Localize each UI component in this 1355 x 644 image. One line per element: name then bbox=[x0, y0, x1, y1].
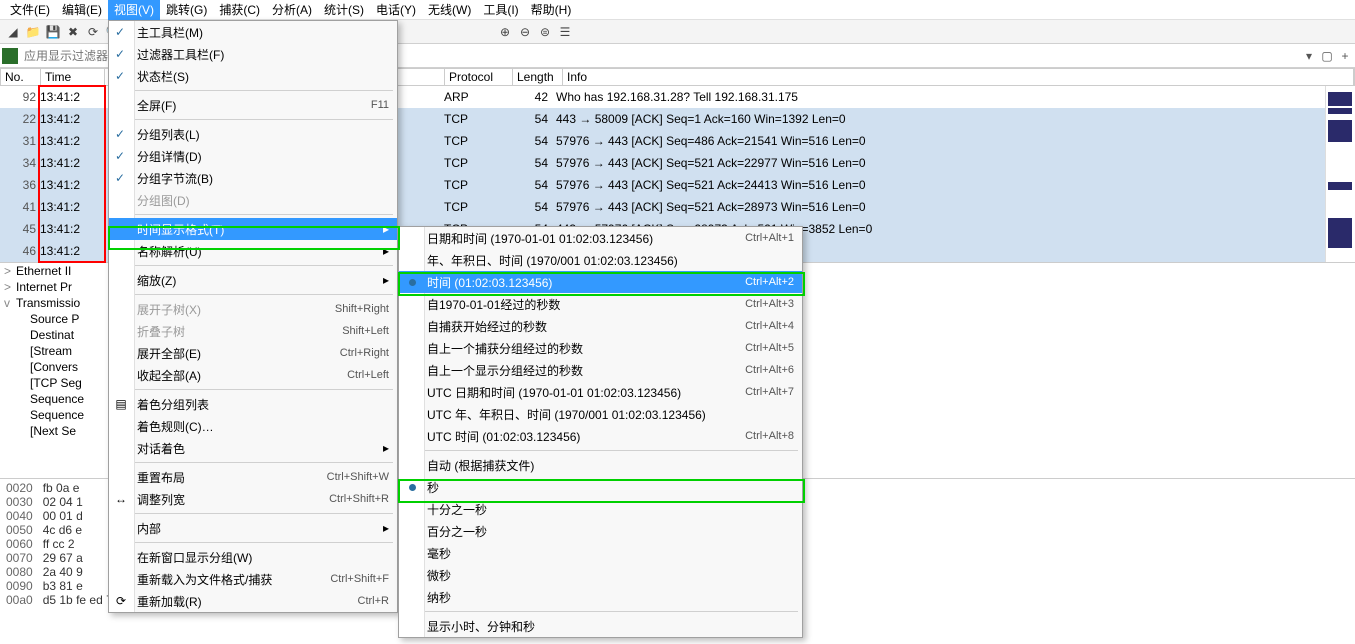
menu-0[interactable]: 文件(E) bbox=[4, 0, 56, 20]
view-menu-item[interactable]: ▤着色分组列表 bbox=[109, 393, 397, 415]
time-menu-item[interactable]: UTC 日期和时间 (1970-01-01 01:02:03.123456)Ct… bbox=[399, 381, 802, 403]
view-menu-item[interactable]: 名称解析(U)▸ bbox=[109, 240, 397, 262]
columns-icon[interactable]: ☰ bbox=[556, 23, 574, 41]
menu-7[interactable]: 电话(Y) bbox=[370, 0, 422, 20]
view-menu-item[interactable]: 在新窗口显示分组(W) bbox=[109, 546, 397, 568]
time-menu-item[interactable]: 日期和时间 (1970-01-01 01:02:03.123456)Ctrl+A… bbox=[399, 227, 802, 249]
time-menu-item[interactable]: 纳秒 bbox=[399, 586, 802, 608]
view-menu-item[interactable]: 着色规则(C)… bbox=[109, 415, 397, 437]
view-menu-item[interactable]: 全屏(F)F11 bbox=[109, 94, 397, 116]
time-menu-item[interactable]: 秒 bbox=[399, 476, 802, 498]
time-menu-item[interactable]: 自捕获开始经过的秒数Ctrl+Alt+4 bbox=[399, 315, 802, 337]
zoom-100-icon[interactable]: ⊜ bbox=[536, 23, 554, 41]
dropdown-icon[interactable]: ▾ bbox=[1301, 49, 1317, 63]
view-menu-item[interactable]: 时间显示格式(T)▸ bbox=[109, 218, 397, 240]
time-menu-item[interactable]: UTC 年、年积日、时间 (1970/001 01:02:03.123456) bbox=[399, 403, 802, 425]
view-menu-item[interactable]: ↔调整列宽Ctrl+Shift+R bbox=[109, 488, 397, 510]
view-menu-item[interactable]: ✓分组字节流(B) bbox=[109, 167, 397, 189]
menu-3[interactable]: 跳转(G) bbox=[160, 0, 213, 20]
col-time-header[interactable]: Time bbox=[41, 69, 105, 85]
time-menu-item[interactable]: 微秒 bbox=[399, 564, 802, 586]
time-menu-item[interactable]: 十分之一秒 bbox=[399, 498, 802, 520]
time-menu-item[interactable]: UTC 时间 (01:02:03.123456)Ctrl+Alt+8 bbox=[399, 425, 802, 447]
view-menu[interactable]: ✓主工具栏(M)✓过滤器工具栏(F)✓状态栏(S) 全屏(F)F11 ✓分组列表(L… bbox=[108, 20, 398, 613]
bookmark-icon[interactable] bbox=[2, 48, 18, 64]
menu-2[interactable]: 视图(V) bbox=[108, 0, 160, 20]
col-proto-header[interactable]: Protocol bbox=[445, 69, 513, 85]
view-menu-item[interactable]: ✓过滤器工具栏(F) bbox=[109, 43, 397, 65]
view-menu-item[interactable]: 内部▸ bbox=[109, 517, 397, 539]
view-menu-item[interactable]: ✓主工具栏(M) bbox=[109, 21, 397, 43]
menu-4[interactable]: 捕获(C) bbox=[213, 0, 266, 20]
time-menu-item[interactable]: 毫秒 bbox=[399, 542, 802, 564]
menu-6[interactable]: 统计(S) bbox=[318, 0, 370, 20]
menu-9[interactable]: 工具(I) bbox=[477, 0, 524, 20]
reload-icon[interactable]: ⟳ bbox=[84, 23, 102, 41]
view-menu-item[interactable]: ✓状态栏(S) bbox=[109, 65, 397, 87]
add-icon[interactable]: + bbox=[1337, 49, 1353, 63]
view-menu-item: 展开子树(X)Shift+Right bbox=[109, 298, 397, 320]
time-menu-item[interactable]: 百分之一秒 bbox=[399, 520, 802, 542]
col-no-header[interactable]: No. bbox=[1, 69, 41, 85]
menu-10[interactable]: 帮助(H) bbox=[525, 0, 578, 20]
view-menu-item[interactable]: ✓分组详情(D) bbox=[109, 145, 397, 167]
zoom-in-icon[interactable]: ⊕ bbox=[496, 23, 514, 41]
view-menu-item[interactable]: 重新载入为文件格式/捕获Ctrl+Shift+F bbox=[109, 568, 397, 590]
view-menu-item: 分组图(D) bbox=[109, 189, 397, 211]
time-menu-item[interactable]: 时间 (01:02:03.123456)Ctrl+Alt+2 bbox=[399, 271, 802, 293]
expression-icon[interactable]: ▢ bbox=[1319, 49, 1335, 63]
view-menu-item[interactable]: 展开全部(E)Ctrl+Right bbox=[109, 342, 397, 364]
view-menu-item[interactable]: 对话着色▸ bbox=[109, 437, 397, 459]
view-menu-item[interactable]: 缩放(Z)▸ bbox=[109, 269, 397, 291]
zoom-out-icon[interactable]: ⊖ bbox=[516, 23, 534, 41]
view-menu-item[interactable]: ⟳重新加载(R)Ctrl+R bbox=[109, 590, 397, 612]
save-icon[interactable]: 💾 bbox=[44, 23, 62, 41]
time-menu-item[interactable]: 自上一个捕获分组经过的秒数Ctrl+Alt+5 bbox=[399, 337, 802, 359]
menu-5[interactable]: 分析(A) bbox=[266, 0, 318, 20]
col-info-header[interactable]: Info bbox=[563, 69, 1354, 85]
view-menu-item: 折叠子树Shift+Left bbox=[109, 320, 397, 342]
packet-minimap[interactable] bbox=[1325, 86, 1355, 262]
col-len-header[interactable]: Length bbox=[513, 69, 563, 85]
menu-1[interactable]: 编辑(E) bbox=[56, 0, 108, 20]
fin-icon: ◢ bbox=[4, 23, 22, 41]
time-menu-item[interactable]: 显示小时、分钟和秒 bbox=[399, 615, 802, 637]
view-menu-item[interactable]: ✓分组列表(L) bbox=[109, 123, 397, 145]
close-icon[interactable]: ✖ bbox=[64, 23, 82, 41]
open-icon[interactable]: 📁 bbox=[24, 23, 42, 41]
time-menu-item[interactable]: 自1970-01-01经过的秒数Ctrl+Alt+3 bbox=[399, 293, 802, 315]
view-menu-item[interactable]: 重置布局Ctrl+Shift+W bbox=[109, 466, 397, 488]
view-menu-item[interactable]: 收起全部(A)Ctrl+Left bbox=[109, 364, 397, 386]
menubar: 文件(E)编辑(E)视图(V)跳转(G)捕获(C)分析(A)统计(S)电话(Y)… bbox=[0, 0, 1355, 20]
menu-8[interactable]: 无线(W) bbox=[422, 0, 477, 20]
time-menu-item[interactable]: 自动 (根据捕获文件) bbox=[399, 454, 802, 476]
time-menu-item[interactable]: 年、年积日、时间 (1970/001 01:02:03.123456) bbox=[399, 249, 802, 271]
time-menu-item[interactable]: 自上一个显示分组经过的秒数Ctrl+Alt+6 bbox=[399, 359, 802, 381]
time-format-submenu[interactable]: 日期和时间 (1970-01-01 01:02:03.123456)Ctrl+A… bbox=[398, 226, 803, 638]
